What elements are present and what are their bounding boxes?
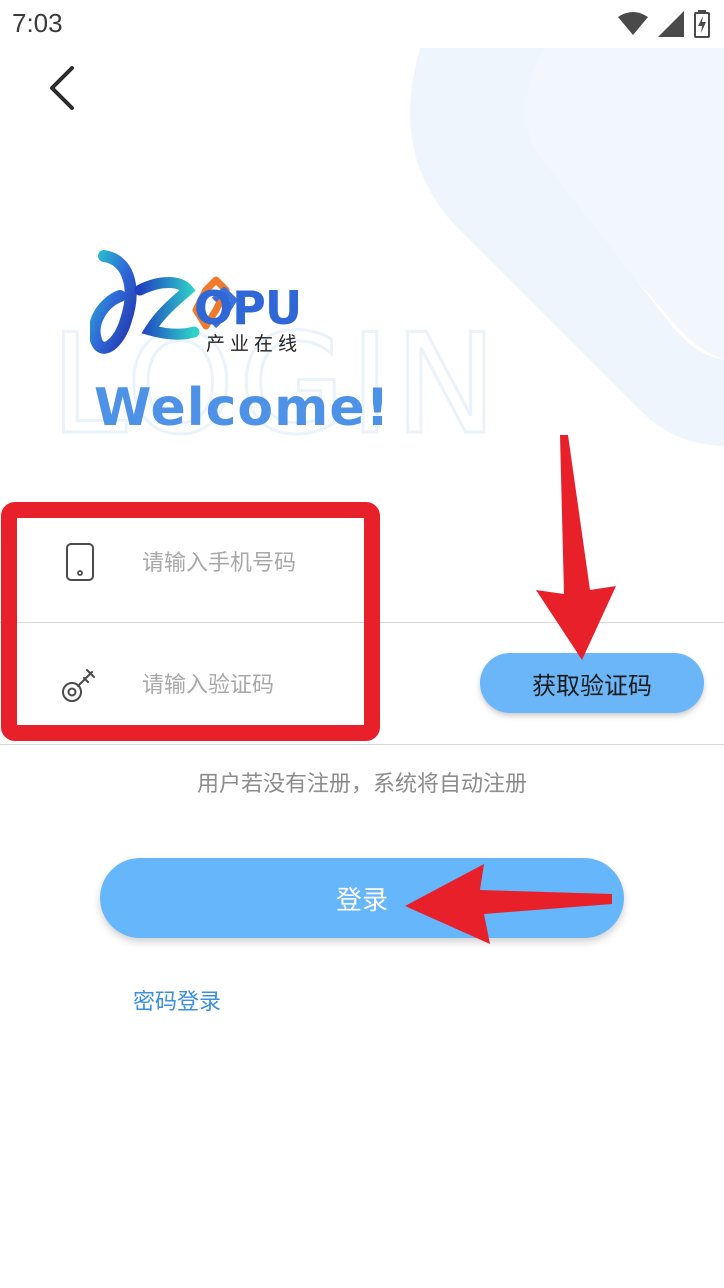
status-icons <box>618 10 710 38</box>
phone-row <box>20 512 364 612</box>
code-input[interactable] <box>140 662 364 708</box>
logo-text: OPU <box>194 281 301 335</box>
annotation-arrow-down <box>536 435 616 660</box>
phone-input[interactable] <box>140 540 364 586</box>
status-bar: 7:03 <box>0 0 724 48</box>
password-login-link[interactable]: 密码登录 <box>133 984 221 1016</box>
auto-register-hint: 用户若没有注册，系统将自动注册 <box>196 772 527 797</box>
divider-bottom <box>0 744 724 745</box>
get-code-button[interactable]: 获取验证码 <box>480 653 704 713</box>
welcome-title: Welcome! <box>94 378 391 438</box>
battery-charging-icon <box>694 10 710 38</box>
signal-icon <box>658 11 684 37</box>
divider-top <box>0 622 724 623</box>
wifi-icon <box>618 12 648 35</box>
status-time: 7:03 <box>12 8 63 38</box>
code-row <box>20 634 364 734</box>
key-icon <box>60 634 100 734</box>
login-button[interactable]: 登录 <box>100 858 624 938</box>
back-button[interactable] <box>40 62 84 114</box>
logo-subtitle: 产业在线 <box>206 333 302 355</box>
phone-icon <box>60 512 100 612</box>
chevron-left-icon <box>50 66 74 110</box>
brand-logo: OPU 产业在线 <box>88 250 330 360</box>
logo-mark: OPU 产业在线 <box>88 250 302 355</box>
